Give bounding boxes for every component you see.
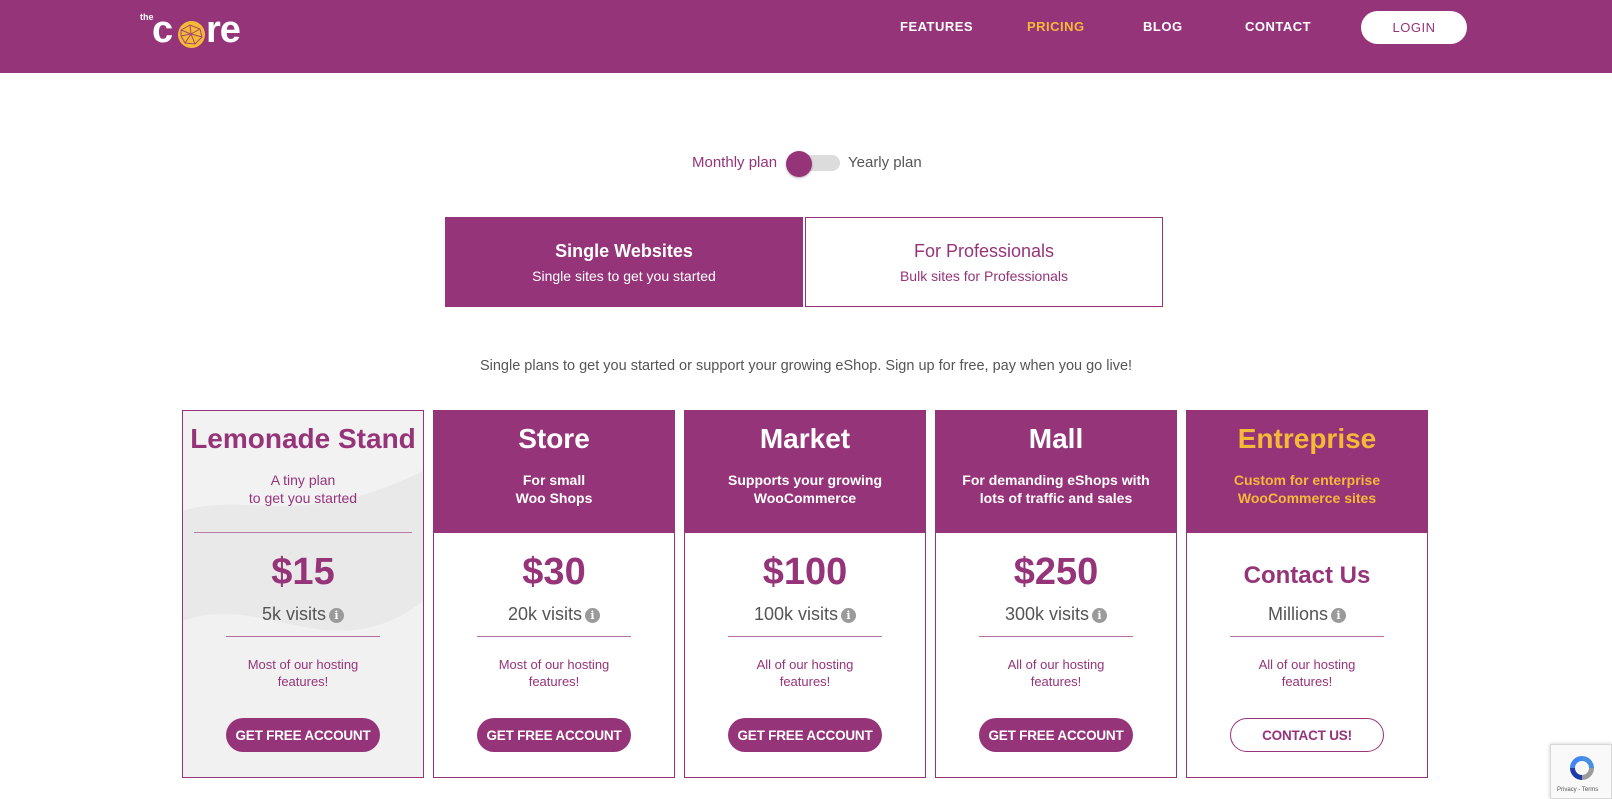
plan-divider — [226, 636, 380, 637]
logo-re-letters: re — [206, 9, 241, 51]
plan-features: Most of our hosting features! — [498, 657, 610, 689]
info-icon[interactable]: i — [1331, 608, 1346, 623]
plan-price: $30 — [522, 551, 586, 593]
monthly-plan-label[interactable]: Monthly plan — [692, 154, 777, 171]
tab-title: For Professionals — [913, 241, 1055, 261]
plan-description: For demanding eShops with lots of traffi… — [936, 471, 1176, 507]
pricing-intro-text: Single plans to get you started or suppo… — [479, 358, 1133, 374]
plan-description-line: Custom for enterprise — [1233, 472, 1381, 488]
plan-name: Lemonade Stand — [190, 423, 416, 454]
plan-header: Lemonade Stand A tiny plan to get you st… — [183, 411, 423, 533]
contact-us-button[interactable]: CONTACT US! — [1230, 718, 1384, 752]
toggle-knob[interactable] — [786, 151, 812, 177]
plan-features: Most of our hosting features! — [247, 657, 359, 689]
plan-price: $100 — [762, 551, 848, 593]
site-header: the c re FEATURES PRICING BLOG CONTACT L… — [0, 0, 1612, 73]
info-icon[interactable]: i — [329, 608, 344, 623]
plan-features: All of our hosting features! — [1007, 657, 1105, 689]
plan-description-line: For demanding eShops with — [962, 472, 1150, 488]
plan-description: Custom for enterprise WooCommerce sites — [1187, 471, 1427, 507]
plan-description-line: A tiny plan — [270, 472, 336, 488]
plan-name: Market — [759, 423, 851, 454]
plan-description: Supports your growing WooCommerce — [685, 471, 925, 507]
plan-divider — [1230, 636, 1384, 637]
plan-header: Mall For demanding eShops with lots of t… — [936, 411, 1176, 533]
plan-card-mall: Mall For demanding eShops with lots of t… — [935, 410, 1177, 778]
nav-contact[interactable]: CONTACT — [1245, 19, 1311, 34]
plan-name: Mall — [1028, 423, 1084, 454]
login-button[interactable]: LOGIN — [1361, 11, 1467, 44]
plan-card-market: Market Supports your growing WooCommerce… — [684, 410, 926, 778]
billing-period-toggle[interactable] — [786, 151, 840, 177]
recaptcha-icon — [1570, 756, 1594, 780]
get-free-account-button[interactable]: GET FREE ACCOUNT — [728, 718, 882, 752]
plan-features: All of our hosting features! — [1258, 657, 1356, 689]
info-icon[interactable]: i — [585, 608, 601, 623]
plan-description: A tiny plan to get you started — [183, 471, 423, 507]
plan-divider — [979, 636, 1133, 637]
plan-visits: 300k visits i — [936, 604, 1176, 625]
plan-description-line: For small — [522, 472, 586, 488]
nav-pricing[interactable]: PRICING — [1027, 19, 1085, 34]
get-free-account-button[interactable]: GET FREE ACCOUNT — [979, 718, 1133, 752]
logo-c-letter: c — [152, 9, 173, 51]
plan-card-lemonade-stand: Lemonade Stand A tiny plan to get you st… — [182, 410, 424, 778]
plan-header: Entreprise Custom for enterprise WooComm… — [1187, 411, 1427, 533]
visits-value: 5k visits — [261, 604, 326, 624]
recaptcha-badge[interactable]: Privacy - Terms — [1550, 744, 1612, 799]
plan-description-line: Supports your growing — [728, 472, 882, 488]
visits-value: 300k visits — [1004, 604, 1090, 624]
plan-description-line: lots of traffic and sales — [979, 490, 1133, 506]
plan-divider — [728, 636, 882, 637]
plan-visits: 20k visits i — [434, 604, 674, 625]
nav-blog[interactable]: BLOG — [1143, 19, 1183, 34]
plan-description-line: WooCommerce — [753, 490, 857, 506]
nav-features[interactable]: FEATURES — [900, 19, 973, 34]
plan-header: Market Supports your growing WooCommerce — [685, 411, 925, 533]
the-core-logo[interactable]: the c re — [140, 9, 260, 51]
tab-subtitle: Bulk sites for Professionals — [899, 268, 1069, 284]
yearly-plan-label[interactable]: Yearly plan — [848, 154, 922, 171]
recaptcha-links[interactable]: Privacy - Terms — [1557, 787, 1598, 793]
plan-price: $250 — [1013, 551, 1099, 593]
plan-description-line: Woo Shops — [515, 490, 593, 506]
info-icon[interactable]: i — [841, 608, 857, 623]
plan-description: For small Woo Shops — [434, 471, 674, 507]
get-free-account-button[interactable]: GET FREE ACCOUNT — [226, 718, 380, 752]
plan-features: All of our hosting features! — [756, 657, 854, 689]
tab-subtitle: Single sites to get you started — [532, 268, 716, 284]
plan-visits: 5k visits i — [183, 604, 423, 625]
plan-divider — [477, 636, 631, 637]
plan-visits: Millions i — [1187, 604, 1427, 625]
plan-description-line: WooCommerce sites — [1237, 490, 1377, 506]
header-divider — [194, 532, 412, 533]
visits-value: 100k visits — [753, 604, 839, 624]
visits-value: Millions — [1267, 604, 1328, 624]
plan-price: $15 — [271, 551, 335, 593]
plan-price: Contact Us — [1243, 562, 1371, 589]
plan-header: Store For small Woo Shops — [434, 411, 674, 533]
get-free-account-button[interactable]: GET FREE ACCOUNT — [477, 718, 631, 752]
plan-card-store: Store For small Woo Shops $30 20k visits… — [433, 410, 675, 778]
tab-title: Single Websites — [555, 241, 693, 261]
tab-single-websites[interactable]: Single Websites Single sites to get you … — [445, 217, 803, 307]
plan-name: Entreprise — [1237, 423, 1377, 454]
plan-description-line: to get you started — [248, 490, 358, 506]
tab-for-professionals[interactable]: For Professionals Bulk sites for Profess… — [805, 217, 1163, 307]
plan-card-entreprise: Entreprise Custom for enterprise WooComm… — [1186, 410, 1428, 778]
info-icon[interactable]: i — [1092, 608, 1108, 623]
plan-visits: 100k visits i — [685, 604, 925, 625]
logo-sphere-icon — [178, 21, 205, 48]
visits-value: 20k visits — [507, 604, 583, 624]
plan-name: Store — [518, 423, 590, 454]
